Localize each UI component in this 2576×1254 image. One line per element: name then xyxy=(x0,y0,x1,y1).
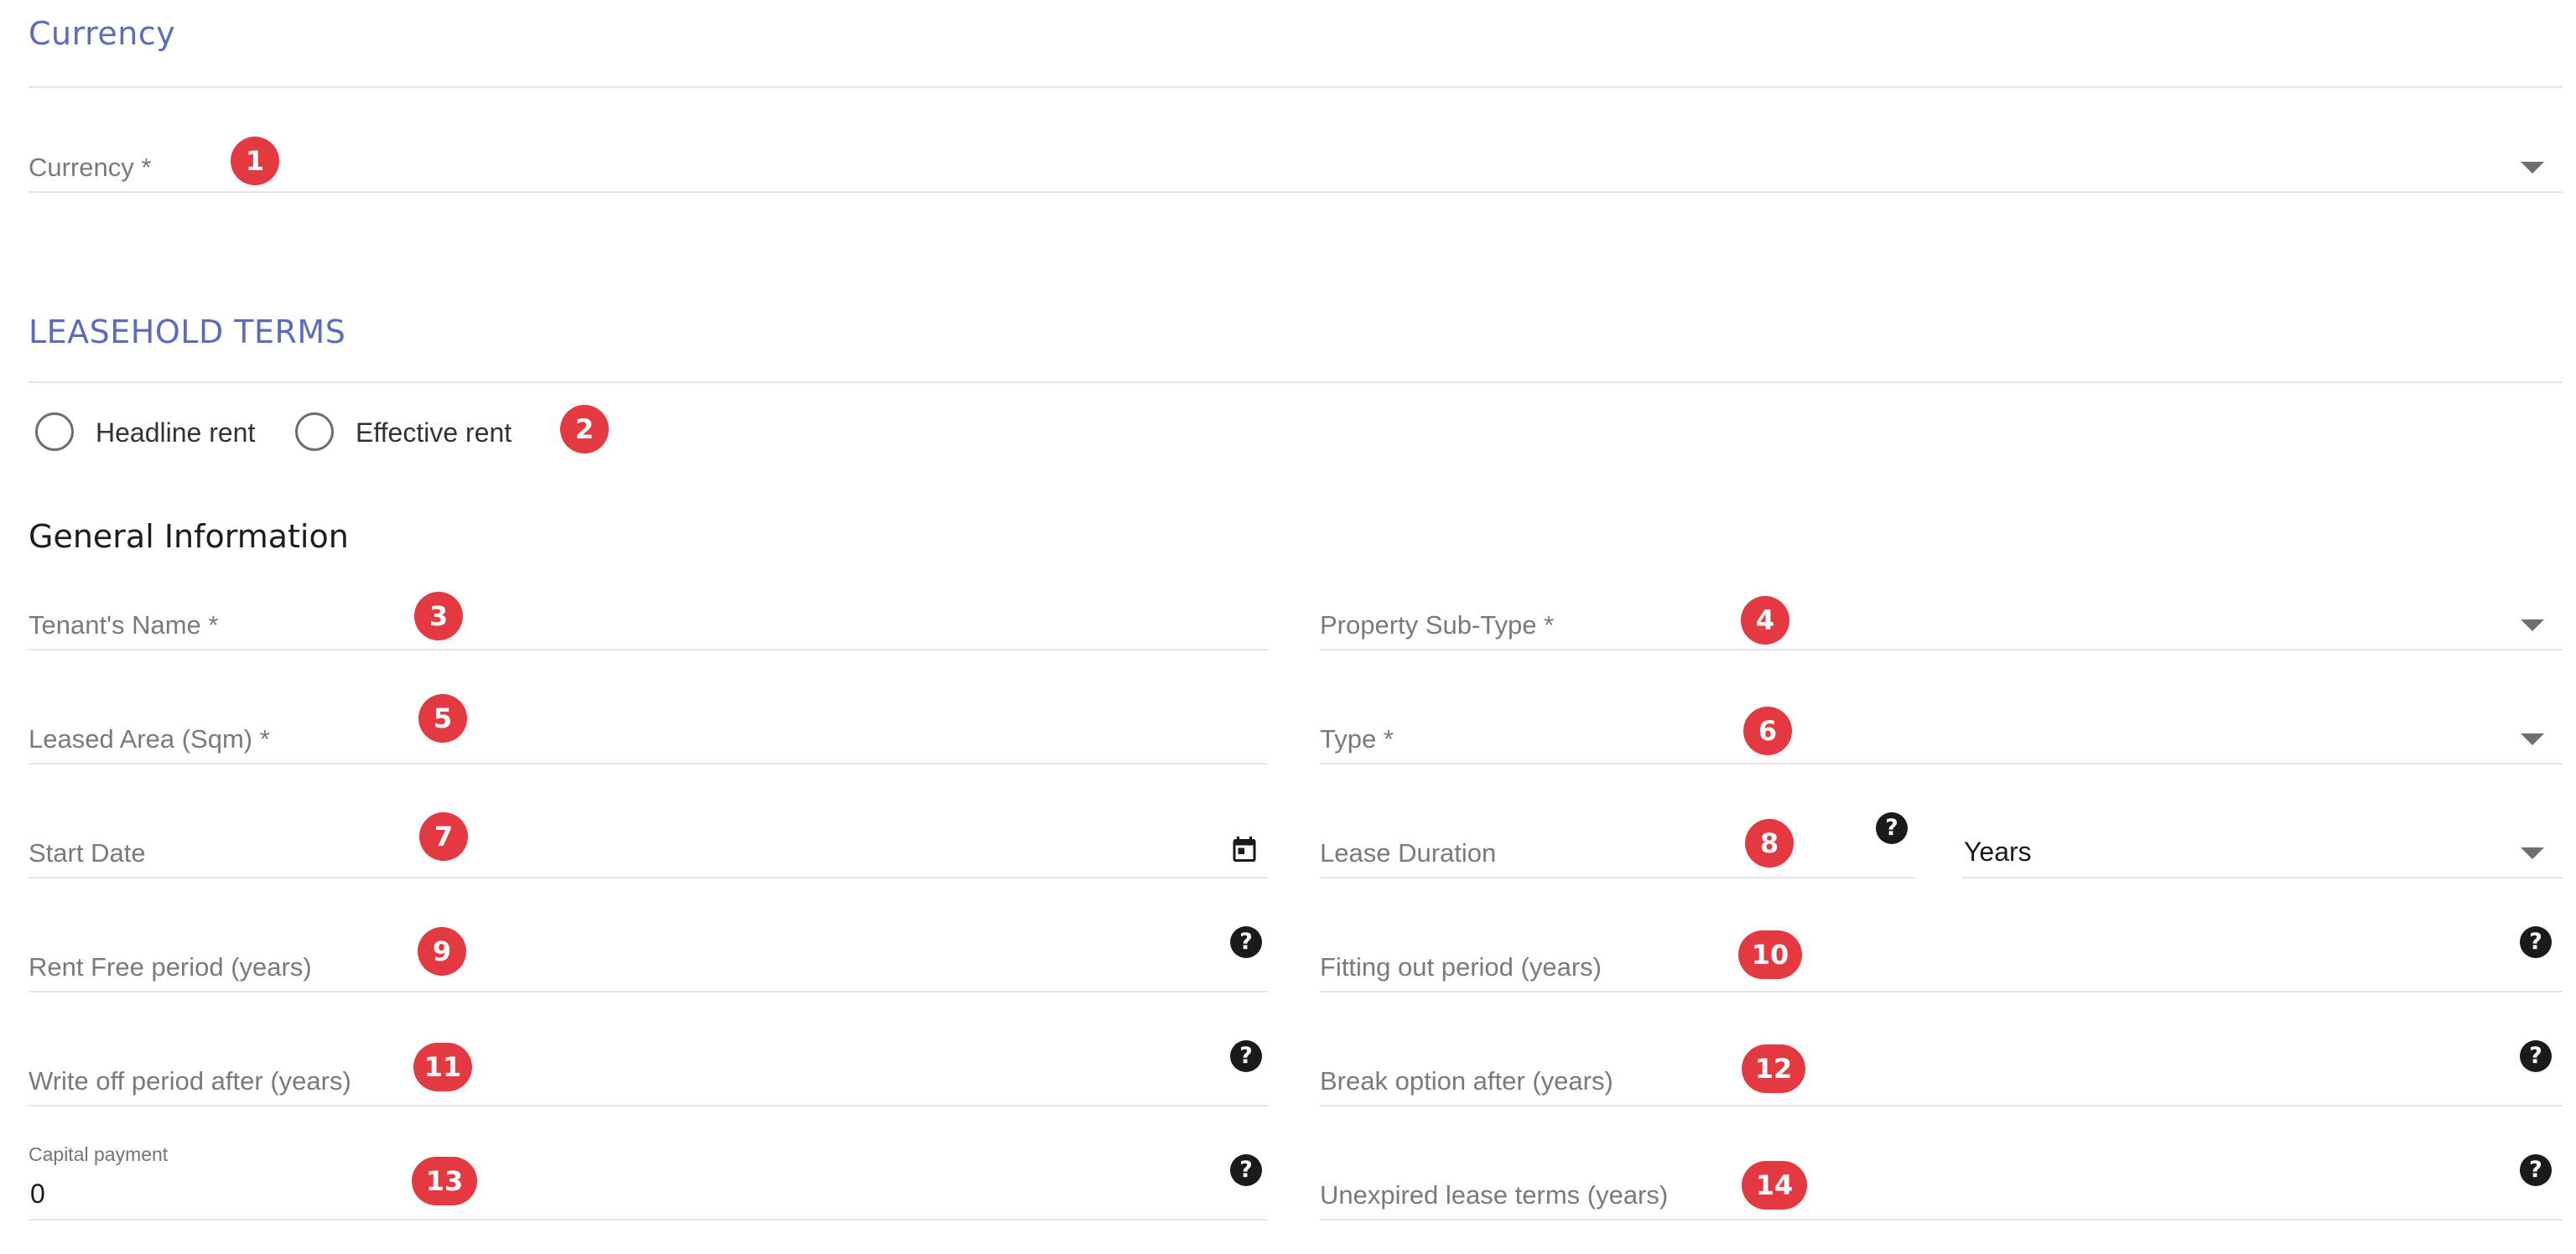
currency-select[interactable]: Currency * xyxy=(29,134,2563,194)
rent-free-period-help-icon[interactable]: ? xyxy=(1230,926,1262,958)
property-sub-type-select[interactable]: Property Sub-Type * xyxy=(1320,592,2563,652)
lease-duration-unit-value: Years xyxy=(1964,837,2032,867)
annotation-badge-5: 5 xyxy=(418,694,467,743)
property-sub-type-dropdown-icon[interactable] xyxy=(2521,619,2544,631)
leased-area-field[interactable]: Leased Area (Sqm) * xyxy=(29,706,1268,766)
headline-rent-radio[interactable] xyxy=(35,412,74,451)
headline-rent-label[interactable]: Headline rent xyxy=(96,417,255,448)
annotation-badge-4: 4 xyxy=(1741,596,1789,645)
effective-rent-option[interactable]: Effective rent xyxy=(295,411,564,453)
unexpired-lease-terms-label: Unexpired lease terms (years) xyxy=(1320,1180,1669,1210)
type-dropdown-icon[interactable] xyxy=(2521,733,2544,745)
annotation-badge-8: 8 xyxy=(1745,819,1794,868)
tenant-name-field[interactable]: Tenant's Name * xyxy=(29,592,1268,652)
annotation-badge-9: 9 xyxy=(418,927,466,976)
annotation-badge-14: 14 xyxy=(1742,1161,1807,1210)
calendar-icon[interactable] xyxy=(1229,833,1259,865)
break-option-help-icon[interactable]: ? xyxy=(2520,1040,2552,1072)
general-information-title: General Information xyxy=(29,518,349,555)
headline-rent-option[interactable]: Headline rent xyxy=(34,411,285,453)
annotation-badge-6: 6 xyxy=(1743,707,1792,755)
type-label: Type * xyxy=(1320,724,1394,754)
type-select[interactable]: Type * xyxy=(1320,706,2563,766)
unexpired-lease-terms-underline xyxy=(1320,1219,2563,1220)
unexpired-lease-terms-help-icon[interactable]: ? xyxy=(2520,1154,2552,1186)
currency-underline xyxy=(29,191,2563,193)
currency-label: Currency * xyxy=(29,153,152,182)
rent-free-period-field[interactable]: Rent Free period (years) xyxy=(29,934,1268,994)
lease-duration-unit-select[interactable]: Years xyxy=(1962,820,2563,880)
capital-payment-field[interactable]: Capital payment 0 xyxy=(29,1135,1268,1222)
lease-duration-underline xyxy=(1320,877,1915,878)
lease-duration-label: Lease Duration xyxy=(1320,838,1497,868)
property-sub-type-underline xyxy=(1320,649,2563,650)
property-sub-type-label: Property Sub-Type * xyxy=(1320,610,1555,640)
tenant-name-label: Tenant's Name * xyxy=(29,610,219,640)
lease-duration-help-icon[interactable]: ? xyxy=(1876,812,1908,844)
break-option-underline xyxy=(1320,1105,2563,1106)
capital-payment-help-icon[interactable]: ? xyxy=(1230,1154,1262,1186)
annotation-badge-3: 3 xyxy=(414,592,463,640)
effective-rent-radio[interactable] xyxy=(295,412,334,451)
annotation-badge-2: 2 xyxy=(560,405,609,453)
currency-section-divider xyxy=(29,86,2563,88)
fitting-out-period-help-icon[interactable]: ? xyxy=(2520,926,2552,958)
leasehold-section-divider xyxy=(29,381,2563,383)
lease-duration-unit-underline xyxy=(1962,877,2563,878)
annotation-badge-1: 1 xyxy=(231,137,279,185)
rent-type-radio-group: Headline rent Effective rent xyxy=(34,411,621,453)
lease-duration-field[interactable]: Lease Duration xyxy=(1320,820,1915,880)
write-off-period-label: Write off period after (years) xyxy=(29,1066,351,1096)
break-option-field[interactable]: Break option after (years) xyxy=(1320,1048,2563,1108)
annotation-badge-13: 13 xyxy=(412,1157,477,1205)
start-date-label: Start Date xyxy=(29,838,146,868)
leased-area-underline xyxy=(29,763,1268,764)
annotation-badge-10: 10 xyxy=(1738,930,1802,979)
write-off-period-underline xyxy=(29,1105,1268,1106)
fitting-out-period-label: Fitting out period (years) xyxy=(1320,952,1602,982)
capital-payment-underline xyxy=(29,1219,1268,1220)
effective-rent-label[interactable]: Effective rent xyxy=(356,417,512,448)
currency-dropdown-icon[interactable] xyxy=(2521,162,2544,174)
annotation-badge-11: 11 xyxy=(413,1043,472,1091)
rent-free-period-label: Rent Free period (years) xyxy=(29,952,312,982)
lease-duration-unit-dropdown-icon[interactable] xyxy=(2521,847,2544,859)
type-underline xyxy=(1320,763,2563,764)
write-off-period-help-icon[interactable]: ? xyxy=(1230,1040,1262,1072)
tenant-name-underline xyxy=(29,649,1268,650)
start-date-underline xyxy=(29,877,1268,878)
capital-payment-label: Capital payment xyxy=(29,1143,169,1165)
rent-free-period-underline xyxy=(29,991,1268,992)
annotation-badge-12: 12 xyxy=(1742,1044,1805,1093)
fitting-out-period-field[interactable]: Fitting out period (years) xyxy=(1320,934,2563,994)
currency-section-title: Currency xyxy=(29,15,176,52)
fitting-out-period-underline xyxy=(1320,991,2563,992)
annotation-badge-7: 7 xyxy=(419,812,468,861)
unexpired-lease-terms-field[interactable]: Unexpired lease terms (years) xyxy=(1320,1162,2563,1222)
start-date-field[interactable]: Start Date xyxy=(29,820,1268,880)
leasehold-section-title: LEASEHOLD TERMS xyxy=(29,314,346,350)
break-option-label: Break option after (years) xyxy=(1320,1066,1613,1096)
leased-area-label: Leased Area (Sqm) * xyxy=(29,724,270,754)
write-off-period-field[interactable]: Write off period after (years) xyxy=(29,1048,1268,1108)
capital-payment-value[interactable]: 0 xyxy=(30,1179,45,1210)
